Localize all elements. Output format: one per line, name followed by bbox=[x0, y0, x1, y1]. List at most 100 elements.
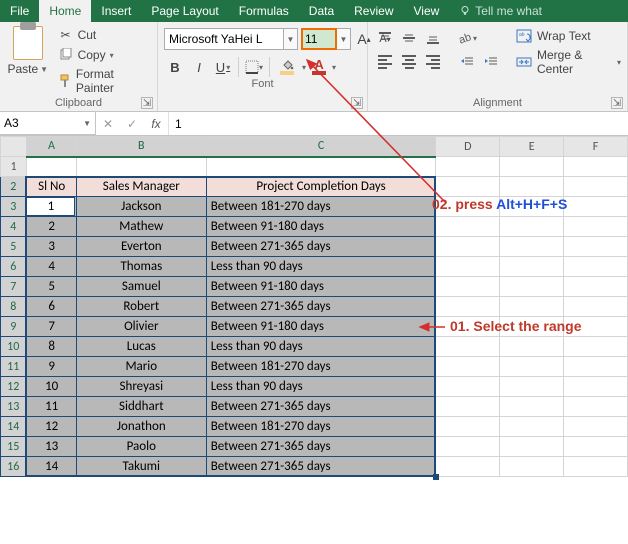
cell-A1[interactable] bbox=[26, 157, 76, 177]
cell-D1[interactable] bbox=[436, 157, 500, 177]
cell-F13[interactable] bbox=[564, 397, 628, 417]
fill-color-button[interactable] bbox=[274, 56, 300, 78]
cell-C9[interactable]: Between 91-180 days bbox=[206, 317, 436, 337]
column-header-C[interactable]: C bbox=[206, 137, 436, 157]
column-header-B[interactable]: B bbox=[76, 137, 206, 157]
tab-review[interactable]: Review bbox=[344, 0, 403, 22]
column-header-A[interactable]: A bbox=[26, 137, 76, 157]
cell-C5[interactable]: Between 271-365 days bbox=[206, 237, 436, 257]
cell-B5[interactable]: Everton bbox=[76, 237, 206, 257]
cell-D6[interactable] bbox=[436, 257, 500, 277]
cell-E2[interactable] bbox=[500, 177, 564, 197]
cell-E8[interactable] bbox=[500, 297, 564, 317]
merge-center-button[interactable]: Merge & Center ▾ bbox=[516, 48, 621, 76]
fx-button[interactable]: fx bbox=[144, 113, 168, 135]
align-middle-button[interactable] bbox=[398, 28, 420, 48]
alignment-dialog-launcher[interactable]: ⇲ bbox=[611, 97, 623, 109]
cell-C13[interactable]: Between 271-365 days bbox=[206, 397, 436, 417]
fill-color-dropdown[interactable]: ▾ bbox=[302, 63, 306, 72]
cell-B3[interactable]: Jackson bbox=[76, 197, 206, 217]
underline-button[interactable]: U▾ bbox=[212, 56, 234, 78]
cell-D13[interactable] bbox=[436, 397, 500, 417]
row-header-11[interactable]: 11 bbox=[1, 357, 27, 377]
cell-C10[interactable]: Less than 90 days bbox=[206, 337, 436, 357]
row-header-5[interactable]: 5 bbox=[1, 237, 27, 257]
cell-F15[interactable] bbox=[564, 437, 628, 457]
align-bottom-button[interactable] bbox=[422, 28, 444, 48]
cell-C1[interactable] bbox=[206, 157, 436, 177]
cell-C12[interactable]: Less than 90 days bbox=[206, 377, 436, 397]
cell-D10[interactable] bbox=[436, 337, 500, 357]
cell-E10[interactable] bbox=[500, 337, 564, 357]
cell-A2[interactable]: Sl No bbox=[26, 177, 76, 197]
cell-F5[interactable] bbox=[564, 237, 628, 257]
cell-F10[interactable] bbox=[564, 337, 628, 357]
cell-B1[interactable] bbox=[76, 157, 206, 177]
cell-D11[interactable] bbox=[436, 357, 500, 377]
cell-A15[interactable]: 13 bbox=[26, 437, 76, 457]
name-box[interactable]: A3▼ bbox=[0, 112, 96, 135]
cell-B16[interactable]: Takumi bbox=[76, 457, 206, 477]
align-center-button[interactable] bbox=[398, 52, 420, 72]
cell-C14[interactable]: Between 181-270 days bbox=[206, 417, 436, 437]
cell-D4[interactable] bbox=[436, 217, 500, 237]
clipboard-dialog-launcher[interactable]: ⇲ bbox=[141, 97, 153, 109]
cell-E7[interactable] bbox=[500, 277, 564, 297]
font-color-dropdown[interactable]: ▾ bbox=[332, 63, 336, 72]
cell-A13[interactable]: 11 bbox=[26, 397, 76, 417]
row-header-15[interactable]: 15 bbox=[1, 437, 27, 457]
cut-button[interactable]: ✂ Cut bbox=[54, 26, 151, 44]
cell-B11[interactable]: Mario bbox=[76, 357, 206, 377]
row-header-1[interactable]: 1 bbox=[1, 157, 27, 177]
tab-data[interactable]: Data bbox=[299, 0, 344, 22]
cell-C8[interactable]: Between 271-365 days bbox=[206, 297, 436, 317]
cell-B4[interactable]: Mathew bbox=[76, 217, 206, 237]
cell-A8[interactable]: 6 bbox=[26, 297, 76, 317]
align-top-button[interactable] bbox=[374, 28, 396, 48]
cell-C2[interactable]: Project Completion Days bbox=[206, 177, 436, 197]
worksheet-grid[interactable]: ABCDEF12Sl NoSales ManagerProject Comple… bbox=[0, 136, 628, 477]
row-header-10[interactable]: 10 bbox=[1, 337, 27, 357]
cell-A5[interactable]: 3 bbox=[26, 237, 76, 257]
cell-A12[interactable]: 10 bbox=[26, 377, 76, 397]
cell-D5[interactable] bbox=[436, 237, 500, 257]
cell-B9[interactable]: Olivier bbox=[76, 317, 206, 337]
cell-D14[interactable] bbox=[436, 417, 500, 437]
row-header-14[interactable]: 14 bbox=[1, 417, 27, 437]
cell-A10[interactable]: 8 bbox=[26, 337, 76, 357]
align-left-button[interactable] bbox=[374, 52, 396, 72]
cell-C7[interactable]: Between 91-180 days bbox=[206, 277, 436, 297]
cell-A7[interactable]: 5 bbox=[26, 277, 76, 297]
cell-F14[interactable] bbox=[564, 417, 628, 437]
cell-E14[interactable] bbox=[500, 417, 564, 437]
cell-F2[interactable] bbox=[564, 177, 628, 197]
row-header-13[interactable]: 13 bbox=[1, 397, 27, 417]
tab-home[interactable]: Home bbox=[39, 0, 91, 22]
formula-input[interactable]: 1 bbox=[169, 112, 628, 135]
cell-E11[interactable] bbox=[500, 357, 564, 377]
row-header-2[interactable]: 2 bbox=[1, 177, 27, 197]
cell-E12[interactable] bbox=[500, 377, 564, 397]
decrease-indent-button[interactable] bbox=[456, 52, 478, 72]
column-header-E[interactable]: E bbox=[500, 137, 564, 157]
cell-B14[interactable]: Jonathon bbox=[76, 417, 206, 437]
cell-E1[interactable] bbox=[500, 157, 564, 177]
enter-formula-button[interactable]: ✓ bbox=[120, 113, 144, 135]
font-color-button[interactable]: A bbox=[308, 56, 330, 78]
align-right-button[interactable] bbox=[422, 52, 444, 72]
borders-button[interactable]: ▾ bbox=[243, 56, 265, 78]
tab-formulas[interactable]: Formulas bbox=[229, 0, 299, 22]
cell-E15[interactable] bbox=[500, 437, 564, 457]
cell-F12[interactable] bbox=[564, 377, 628, 397]
cell-D15[interactable] bbox=[436, 437, 500, 457]
cell-D2[interactable] bbox=[436, 177, 500, 197]
column-header-F[interactable]: F bbox=[564, 137, 628, 157]
row-header-16[interactable]: 16 bbox=[1, 457, 27, 477]
cell-D8[interactable] bbox=[436, 297, 500, 317]
cell-D7[interactable] bbox=[436, 277, 500, 297]
tab-view[interactable]: View bbox=[404, 0, 450, 22]
cell-E16[interactable] bbox=[500, 457, 564, 477]
font-size-combo[interactable] bbox=[301, 28, 337, 50]
cell-A6[interactable]: 4 bbox=[26, 257, 76, 277]
row-header-8[interactable]: 8 bbox=[1, 297, 27, 317]
